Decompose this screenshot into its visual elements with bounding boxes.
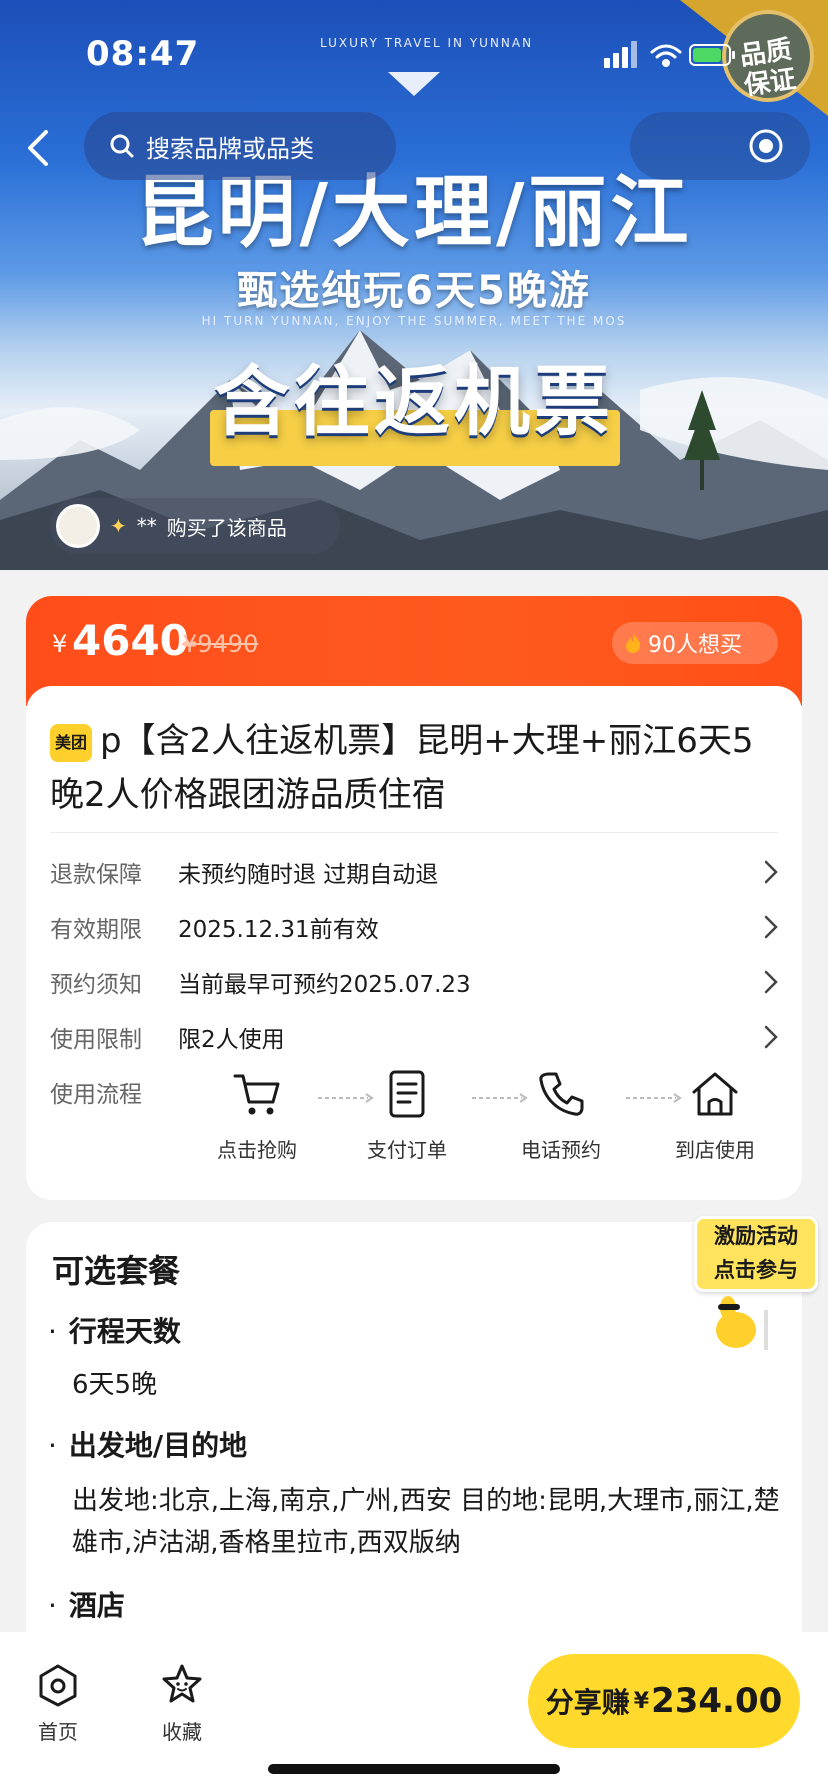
tab-home[interactable]: 首页: [18, 1662, 98, 1745]
package-section-body: 出发地:北京,上海,南京,广州,西安 目的地:昆明,大理市,丽江,楚雄市,泸沽湖…: [72, 1486, 780, 1558]
home-icon: [39, 1664, 77, 1707]
wifi-icon: [650, 44, 682, 67]
promo-activity-button[interactable]: 激励活动 点击参与: [694, 1216, 820, 1350]
flow-step-label: 点击抢购: [217, 1138, 297, 1162]
product-detail-page: LUXURY TRAVEL IN YUNNAN 昆明/大理/丽江 甄选纯玩6天5…: [0, 0, 828, 1792]
bullet: ·: [48, 1315, 57, 1348]
tab-favorite[interactable]: 收藏: [142, 1662, 222, 1745]
cart-icon: [233, 1074, 280, 1115]
hero-title-duration: 甄选纯玩6天5晚游: [237, 268, 591, 314]
promo-box: 激励活动 点击参与: [694, 1216, 818, 1292]
store-icon: [692, 1072, 738, 1116]
flow-step-buy: 点击抢购: [202, 1068, 312, 1163]
package-section-heading: · 出发地/目的地: [48, 1429, 248, 1462]
original-price: ¥9490: [182, 630, 259, 658]
promo-line2: 点击参与: [714, 1258, 798, 1282]
search-icon: [110, 134, 134, 158]
chevron-right-icon: [764, 915, 778, 939]
info-row-label: 使用限制: [50, 1027, 142, 1053]
bullet: ·: [48, 1589, 57, 1622]
package-section-body: 6天5晚: [72, 1370, 158, 1400]
phone-icon: [539, 1072, 584, 1116]
star-favorite-icon: [162, 1664, 202, 1703]
status-time: 08:47: [86, 34, 200, 74]
info-row-value: 未预约随时退 过期自动退: [178, 862, 439, 888]
chevron-right-icon: [764, 860, 778, 884]
avatar: [56, 504, 100, 548]
meituan-badge: 美团: [50, 724, 92, 762]
info-row-label: 有效期限: [50, 917, 142, 943]
info-row-value: 限2人使用: [178, 1027, 285, 1053]
info-row-validity[interactable]: 有效期限 2025.12.31前有效: [50, 907, 780, 947]
chevron-left-icon: [28, 130, 48, 166]
product-details: 美团 p【含2人往返机票】昆明+大理+丽江6天5晚2人价格跟团游品质住宿 退款保障…: [26, 686, 802, 1200]
usage-flow: 点击抢购 支付订单 电话预约 到店使用: [202, 1068, 782, 1178]
price-currency: ¥: [52, 630, 68, 658]
status-icons: [604, 41, 735, 68]
info-row-value: 2025.12.31前有效: [178, 917, 379, 943]
info-row-limit[interactable]: 使用限制 限2人使用: [50, 1017, 780, 1057]
tab-home-label: 首页: [38, 1720, 78, 1744]
chevron-right-icon: [764, 1025, 778, 1049]
back-button[interactable]: [18, 124, 58, 172]
share-label: 分享赚: [545, 1686, 630, 1719]
info-row-label: 退款保障: [50, 862, 142, 888]
product-title-text: p【含2人往返机票】昆明+大理+丽江6天5晚2人价格跟团游品质住宿: [50, 721, 754, 815]
product-title: 美团 p【含2人往返机票】昆明+大理+丽江6天5晚2人价格跟团游品质住宿: [50, 714, 778, 822]
order-icon: [389, 1070, 425, 1118]
flow-row: 使用流程: [50, 1072, 200, 1112]
info-row-label: 预约须知: [50, 972, 142, 998]
package-title: 可选套餐: [52, 1252, 181, 1290]
bullet: ·: [48, 1429, 57, 1462]
share-earn-button[interactable]: 分享赚 ¥ 234.00: [528, 1654, 800, 1748]
share-currency: ¥: [633, 1688, 650, 1714]
hero-title-english: HI TURN YUNNAN, ENJOY THE SUMMER, MEET T…: [201, 314, 627, 328]
buyer-name: **: [136, 514, 157, 538]
divider: [50, 832, 778, 833]
package-section-heading: · 行程天数: [48, 1315, 181, 1348]
target-icon: [749, 129, 783, 163]
hero-title-airfare: 含往返机票: [214, 357, 614, 446]
flow-step-use: 到店使用: [660, 1068, 770, 1163]
flow-step-label: 支付订单: [367, 1138, 447, 1162]
fire-icon: [626, 633, 641, 653]
info-row-value: 当前最早可预约2025.07.23: [178, 972, 471, 998]
status-bar: 08:47: [0, 0, 828, 100]
flow-label: 使用流程: [50, 1082, 142, 1108]
chevron-right-icon: [764, 970, 778, 994]
product-info-card: ¥ 4640 ¥9490 90人想买 美团 p【含2人往返机票】昆明+大理+丽江6…: [26, 596, 802, 1200]
info-row-refund[interactable]: 退款保障 未预约随时退 过期自动退: [50, 852, 780, 892]
flow-step-label: 到店使用: [675, 1138, 755, 1162]
current-price: 4640: [72, 616, 189, 665]
tab-favorite-label: 收藏: [162, 1720, 202, 1744]
flow-step-call: 电话预约: [506, 1068, 616, 1163]
flow-step-label: 电话预约: [521, 1138, 601, 1162]
signal-icon: [604, 41, 637, 68]
info-row-booking[interactable]: 预约须知 当前最早可预约2025.07.23: [50, 962, 780, 1002]
want-count: 90人想买: [648, 633, 742, 658]
sparkle-icon: ✦: [110, 514, 127, 538]
search-placeholder: 搜索品牌或品类: [146, 134, 314, 163]
share-amount: 234.00: [651, 1681, 783, 1721]
kangaroo-mascot-icon: [716, 1296, 768, 1350]
package-section-heading: · 酒店: [48, 1589, 125, 1622]
battery-icon: [689, 44, 735, 66]
package-options-card: 可选套餐 · 行程天数 6天5晚 · 出发地/目的地 出发地:北京,上海,南京,广州…: [26, 1222, 802, 1642]
want-count-badge: 90人想买: [612, 622, 778, 664]
search-bar[interactable]: 搜索品牌或品类: [84, 112, 396, 180]
flow-step-pay: 支付订单: [352, 1068, 462, 1163]
home-indicator: [268, 1764, 560, 1774]
buyer-ticker: ✦ ** 购买了该商品: [50, 498, 340, 554]
buyer-text: 购买了该商品: [166, 515, 287, 540]
target-button[interactable]: [748, 128, 784, 164]
promo-line1: 激励活动: [714, 1224, 798, 1248]
